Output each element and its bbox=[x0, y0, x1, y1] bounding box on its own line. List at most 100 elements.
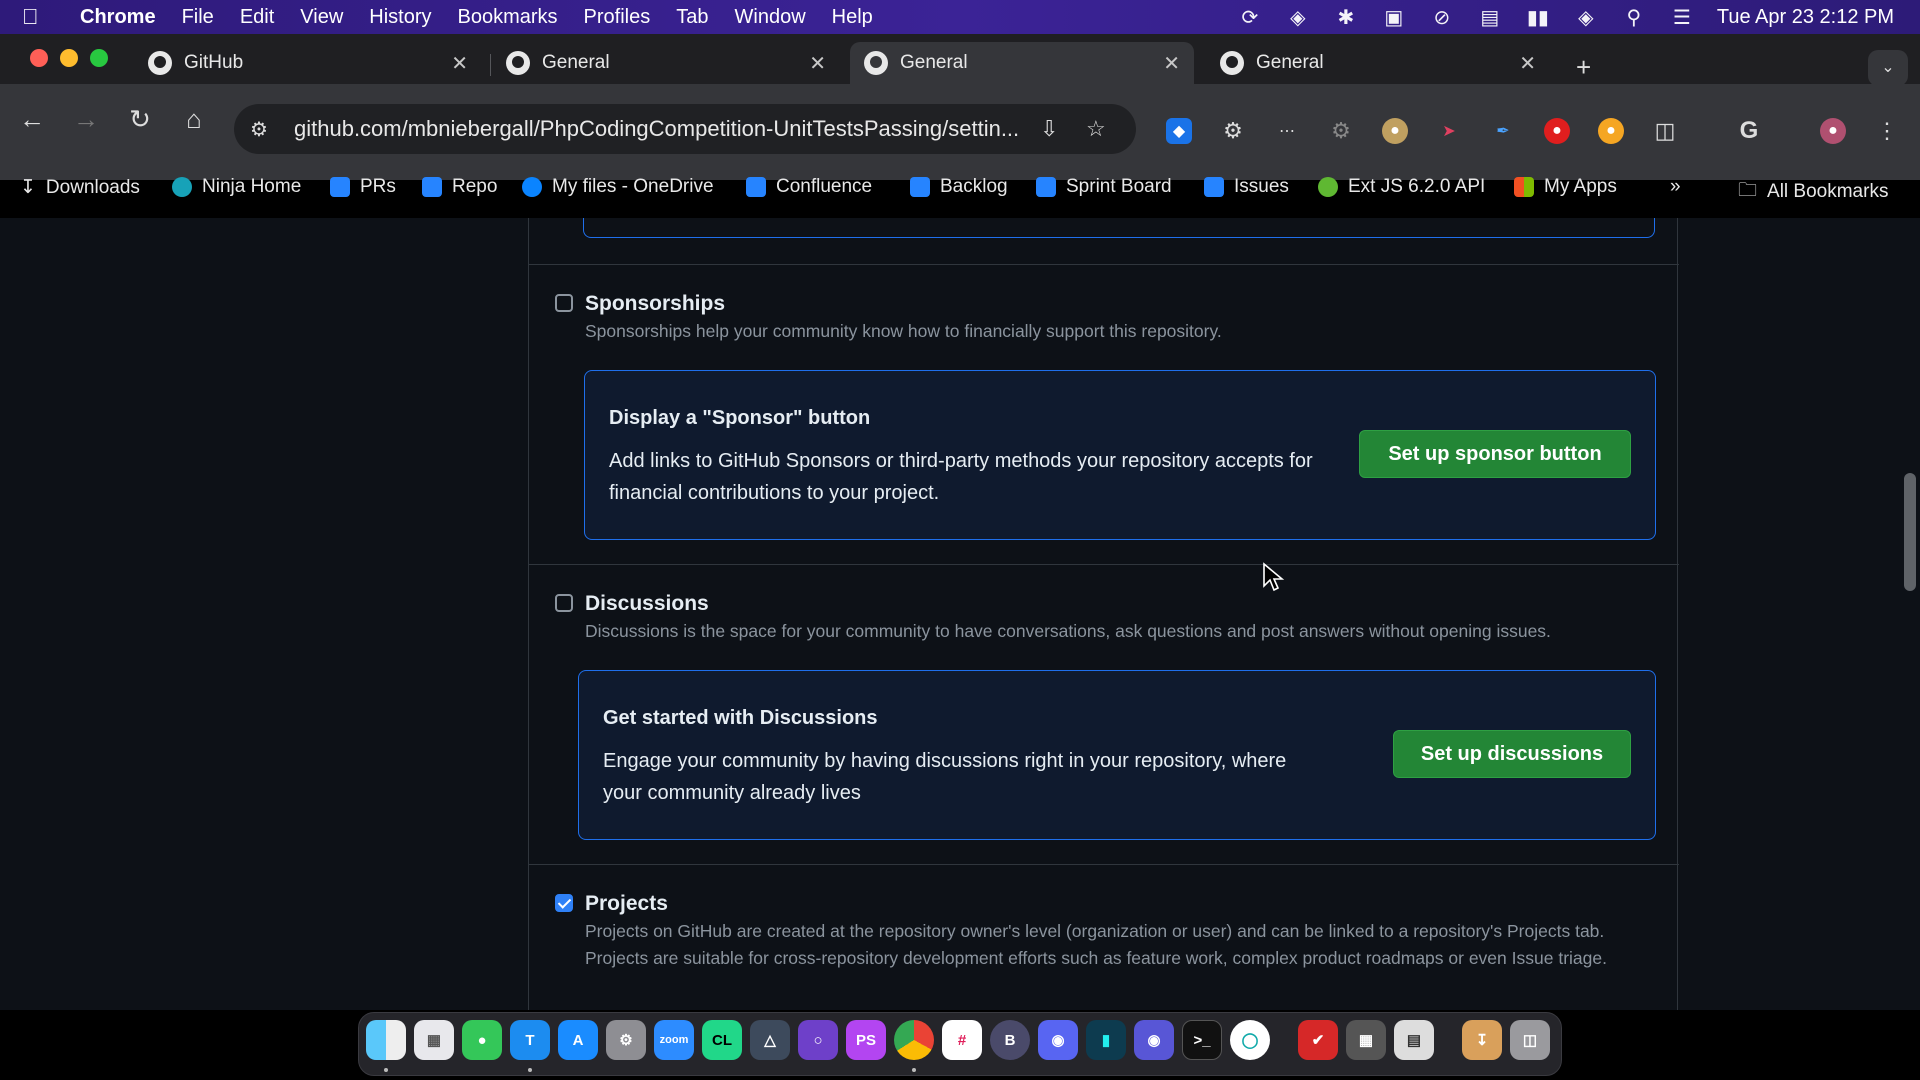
calculator-icon[interactable]: ▦ bbox=[1346, 1020, 1386, 1060]
extension-orange-icon[interactable]: ● bbox=[1598, 118, 1624, 144]
install-app-icon[interactable]: ⇩ bbox=[1040, 116, 1058, 142]
profile-avatar[interactable]: ● bbox=[1820, 118, 1846, 144]
home-icon[interactable]: ⌂ bbox=[178, 104, 210, 135]
zoom-icon[interactable]: zoom bbox=[654, 1020, 694, 1060]
system-settings-icon[interactable]: ⚙ bbox=[606, 1020, 646, 1060]
sync-icon[interactable]: ⟳ bbox=[1237, 7, 1263, 29]
discussions-checkbox[interactable] bbox=[555, 594, 573, 612]
back-arrow-icon[interactable]: ← bbox=[16, 104, 48, 135]
bookmark-backlog[interactable]: Backlog bbox=[910, 176, 1008, 198]
menu-file[interactable]: File bbox=[182, 6, 214, 29]
menu-history[interactable]: History bbox=[369, 6, 431, 29]
bookmarks-overflow-icon[interactable]: » bbox=[1670, 176, 1681, 198]
bookmark-prs[interactable]: PRs bbox=[330, 176, 396, 198]
clock[interactable]: Tue Apr 23 2:12 PM bbox=[1717, 6, 1894, 29]
bookmark-downloads[interactable]: ↧ Downloads bbox=[20, 176, 140, 199]
extension-rocket-icon[interactable]: ➤ bbox=[1436, 118, 1462, 144]
testflight-icon[interactable]: T bbox=[510, 1020, 550, 1060]
tab-github[interactable]: GitHub ✕ bbox=[134, 42, 482, 84]
minimize-window-button[interactable] bbox=[60, 49, 78, 67]
set-up-discussions-button[interactable]: Set up discussions bbox=[1393, 730, 1631, 778]
tab-general-3[interactable]: General ✕ bbox=[1206, 42, 1550, 84]
github-desktop-icon[interactable]: ○ bbox=[798, 1020, 838, 1060]
clion-icon[interactable]: CL bbox=[702, 1020, 742, 1060]
menu-profiles[interactable]: Profiles bbox=[584, 6, 651, 29]
menu-view[interactable]: View bbox=[300, 6, 343, 29]
bookmark-onedrive[interactable]: My files - OneDrive bbox=[522, 176, 714, 198]
finder-icon[interactable] bbox=[366, 1020, 406, 1060]
projects-checkbox[interactable] bbox=[555, 894, 573, 912]
menu-bookmarks[interactable]: Bookmarks bbox=[458, 6, 558, 29]
3d-box-app-icon[interactable]: △ bbox=[750, 1020, 790, 1060]
menu-tab[interactable]: Tab bbox=[676, 6, 708, 29]
downloads-folder-icon[interactable]: ↧ bbox=[1462, 1020, 1502, 1060]
bookmark-ninja-home[interactable]: Ninja Home bbox=[172, 176, 301, 198]
display-icon[interactable]: ▤ bbox=[1477, 7, 1503, 29]
terminal-icon[interactable]: >_ bbox=[1182, 1020, 1222, 1060]
menu-app-chrome[interactable]: Chrome bbox=[80, 6, 156, 29]
tab-general-1[interactable]: General ✕ bbox=[492, 42, 840, 84]
extension-gear-icon[interactable]: ⚙ bbox=[1220, 118, 1246, 144]
battery-icon[interactable]: ▮▮ bbox=[1525, 7, 1551, 29]
app-store-icon[interactable]: A bbox=[558, 1020, 598, 1060]
close-tab-icon[interactable]: ✕ bbox=[1163, 51, 1180, 76]
extension-bitwarden-icon[interactable]: ◆ bbox=[1166, 118, 1192, 144]
scrollbar-thumb[interactable] bbox=[1904, 473, 1916, 591]
apple-menu-icon[interactable]:  bbox=[22, 4, 62, 30]
extension-dots-icon[interactable]: ⋯ bbox=[1274, 118, 1300, 144]
close-tab-icon[interactable]: ✕ bbox=[451, 51, 468, 76]
bookmark-repo[interactable]: Repo bbox=[422, 176, 497, 198]
all-bookmarks[interactable]: 🗀 All Bookmarks bbox=[1738, 176, 1888, 208]
url-text[interactable]: github.com/mbniebergall/PhpCodingCompeti… bbox=[294, 116, 1019, 142]
trash-icon[interactable]: ◫ bbox=[1510, 1020, 1550, 1060]
chrome-menu-icon[interactable]: ⋮ bbox=[1874, 118, 1900, 144]
vpn-icon[interactable]: ◈ bbox=[1285, 7, 1311, 29]
forward-arrow-icon[interactable]: → bbox=[70, 104, 102, 135]
close-tab-icon[interactable]: ✕ bbox=[1519, 51, 1536, 76]
sponsorships-checkbox[interactable] bbox=[555, 294, 573, 312]
discord-icon[interactable]: ◉ bbox=[1038, 1020, 1078, 1060]
bluetooth-icon[interactable]: ✱ bbox=[1333, 7, 1359, 29]
bookmark-my-apps[interactable]: My Apps bbox=[1514, 176, 1617, 198]
screen-mirror-icon[interactable]: ▣ bbox=[1381, 7, 1407, 29]
address-bar[interactable]: ⚙ github.com/mbniebergall/PhpCodingCompe… bbox=[234, 104, 1136, 154]
slack-icon[interactable]: # bbox=[942, 1020, 982, 1060]
close-window-button[interactable] bbox=[30, 49, 48, 67]
page-scrollbar[interactable] bbox=[1900, 218, 1920, 1010]
circle-app-icon[interactable]: ◯ bbox=[1230, 1020, 1270, 1060]
google-icon[interactable]: G bbox=[1736, 117, 1762, 144]
new-tab-button[interactable]: + bbox=[1576, 52, 1591, 83]
reload-icon[interactable]: ↻ bbox=[124, 104, 156, 135]
security-shield-icon[interactable]: ✔ bbox=[1298, 1020, 1338, 1060]
bbedit-icon[interactable]: B bbox=[990, 1020, 1030, 1060]
extension-cog-icon[interactable]: ⚙ bbox=[1328, 118, 1354, 144]
terminal-alt-icon[interactable]: ▮ bbox=[1086, 1020, 1126, 1060]
tab-search-chevron-icon[interactable]: ⌄ bbox=[1868, 50, 1908, 86]
bookmark-star-icon[interactable]: ☆ bbox=[1086, 116, 1106, 142]
maximize-window-button[interactable] bbox=[90, 49, 108, 67]
bookmark-sprint-board[interactable]: Sprint Board bbox=[1036, 176, 1172, 198]
site-settings-icon[interactable]: ⚙ bbox=[250, 117, 280, 142]
screenshot-preview-icon[interactable]: ▤ bbox=[1394, 1020, 1434, 1060]
set-up-sponsor-button[interactable]: Set up sponsor button bbox=[1359, 430, 1631, 478]
tab-general-active[interactable]: General ✕ bbox=[850, 42, 1194, 84]
menu-help[interactable]: Help bbox=[832, 6, 873, 29]
extension-cookie-icon[interactable]: ● bbox=[1382, 118, 1408, 144]
bookmark-issues[interactable]: Issues bbox=[1204, 176, 1289, 198]
phpstorm-icon[interactable]: PS bbox=[846, 1020, 886, 1060]
menu-window[interactable]: Window bbox=[735, 6, 806, 29]
robot-app-icon[interactable]: ◉ bbox=[1134, 1020, 1174, 1060]
bookmark-confluence[interactable]: Confluence bbox=[746, 176, 872, 198]
mute-icon[interactable]: ⊘ bbox=[1429, 7, 1455, 29]
spotlight-search-icon[interactable]: ⚲ bbox=[1621, 7, 1647, 29]
extensions-puzzle-icon[interactable]: ◫ bbox=[1652, 118, 1678, 144]
extension-red-icon[interactable]: ● bbox=[1544, 118, 1570, 144]
close-tab-icon[interactable]: ✕ bbox=[809, 51, 826, 76]
bookmark-extjs[interactable]: Ext JS 6.2.0 API bbox=[1318, 176, 1485, 198]
menu-edit[interactable]: Edit bbox=[240, 6, 274, 29]
control-center-icon[interactable]: ☰ bbox=[1669, 7, 1695, 29]
extension-pen-icon[interactable]: ✒ bbox=[1490, 118, 1516, 144]
chrome-icon[interactable] bbox=[894, 1020, 934, 1060]
launchpad-icon[interactable]: ▦ bbox=[414, 1020, 454, 1060]
messages-icon[interactable]: ● bbox=[462, 1020, 502, 1060]
